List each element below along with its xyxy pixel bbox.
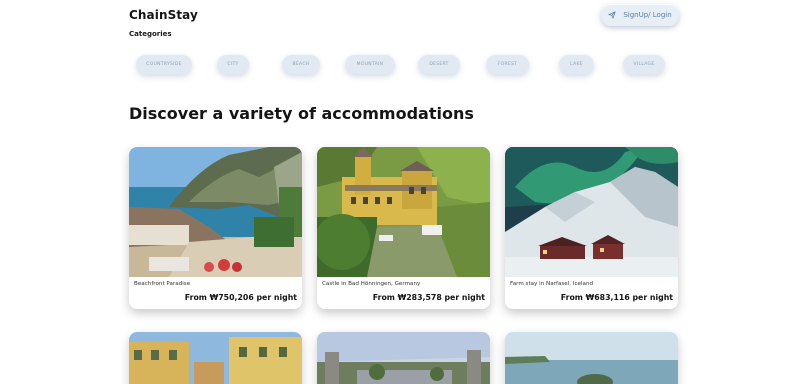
category-countryside[interactable]: COUNTRYSIDE (136, 54, 192, 74)
listing-card[interactable]: Farm stay in Narfasel, Iceland From ₩683… (505, 147, 678, 309)
category-forest[interactable]: FOREST (486, 54, 529, 74)
listing-card[interactable] (129, 332, 302, 384)
page-title: Discover a variety of accommodations (129, 104, 474, 123)
listing-name: Beachfront Paradise (134, 281, 191, 287)
listing-photo (505, 332, 678, 384)
category-beach[interactable]: BEACH (282, 54, 320, 74)
categories-label: Categories (129, 30, 172, 38)
brand-logo[interactable]: ChainStay (129, 8, 198, 22)
listing-photo (317, 147, 490, 277)
listing-price: From ₩283,578 per night (372, 293, 485, 302)
listing-price: From ₩750,206 per night (184, 293, 297, 302)
category-city[interactable]: CITY (217, 54, 249, 74)
listing-photo (129, 147, 302, 277)
category-lake[interactable]: LAKE (559, 54, 594, 74)
listing-photo (129, 332, 302, 384)
listing-card[interactable] (505, 332, 678, 384)
listing-card[interactable]: Castle in Bad Hönningen, Germany From ₩2… (317, 147, 490, 309)
category-mountain[interactable]: MOUNTAIN (345, 54, 395, 74)
listing-name: Castle in Bad Hönningen, Germany (322, 281, 421, 287)
login-label: SignUp/ Login (623, 11, 672, 19)
listing-card[interactable]: Beachfront Paradise From ₩750,206 per ni… (129, 147, 302, 309)
listing-card[interactable] (317, 332, 490, 384)
listing-photo (505, 147, 678, 277)
listing-name: Farm stay in Narfasel, Iceland (510, 281, 594, 287)
category-desert[interactable]: DESERT (418, 54, 460, 74)
category-village[interactable]: VILLAGE (623, 54, 665, 74)
listing-price: From ₩683,116 per night (560, 293, 673, 302)
listing-photo (317, 332, 490, 384)
send-icon (608, 11, 616, 19)
signup-login-button[interactable]: SignUp/ Login (601, 4, 679, 26)
